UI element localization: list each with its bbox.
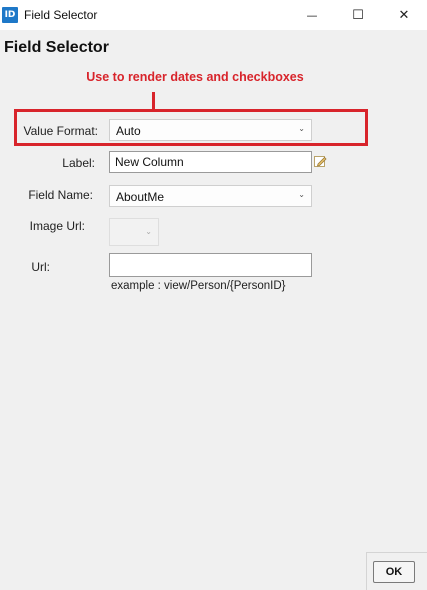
value-format-dropdown[interactable]: Auto ⌄: [109, 119, 312, 141]
footer-divider-vertical: [366, 552, 367, 590]
close-icon: ✕: [398, 7, 410, 23]
chevron-down-icon: ⌄: [298, 190, 305, 199]
maximize-icon: ☐: [352, 7, 364, 23]
pencil-icon[interactable]: [314, 155, 327, 168]
image-url-dropdown[interactable]: ⌄: [109, 218, 159, 246]
maximize-button[interactable]: ☐: [335, 0, 381, 30]
annotation-text: Use to render dates and checkboxes: [86, 70, 304, 84]
value-format-value: Auto: [116, 124, 141, 138]
chevron-down-icon: ⌄: [145, 227, 152, 236]
field-name-dropdown[interactable]: AboutMe ⌄: [109, 185, 312, 207]
ok-button[interactable]: OK: [373, 561, 415, 583]
page-title: Field Selector: [4, 39, 109, 56]
minimize-button[interactable]: —: [289, 0, 335, 30]
title-bar: ID Field Selector — ☐ ✕: [0, 0, 427, 30]
field-name-value: AboutMe: [116, 190, 165, 204]
field-name-label: Field Name:: [28, 188, 93, 202]
annotation-line: [152, 92, 155, 109]
window-title: Field Selector: [24, 8, 98, 22]
label-textbox[interactable]: [109, 151, 312, 173]
label-input[interactable]: [110, 152, 311, 172]
url-textbox[interactable]: [109, 253, 312, 277]
url-label: Url:: [31, 260, 50, 274]
url-input[interactable]: [110, 254, 311, 276]
url-example-hint: example : view/Person/{PersonID}: [111, 280, 286, 292]
footer-divider: [366, 552, 427, 553]
ok-button-label: OK: [385, 566, 403, 578]
app-icon: ID: [2, 7, 18, 23]
label-field-label: Label:: [62, 156, 95, 170]
close-button[interactable]: ✕: [381, 0, 427, 30]
image-url-label: Image Url:: [29, 219, 85, 233]
minimize-icon: —: [306, 8, 318, 22]
value-format-label: Value Format:: [23, 124, 98, 138]
chevron-down-icon: ⌄: [298, 124, 305, 133]
